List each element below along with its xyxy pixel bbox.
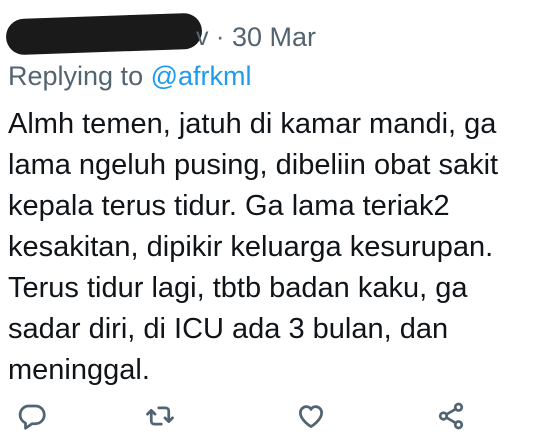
like-icon (299, 405, 323, 428)
share-button[interactable] (431, 396, 471, 436)
retweet-icon (146, 406, 174, 426)
tweet-text-line: lama ngeluh pusing, dibeliin obat sakit (8, 149, 499, 181)
tweet-header: v · 30 Mar (0, 12, 533, 56)
tweet-text-line: Terus tidur lagi, tbtb badan kaku, ga (8, 272, 468, 304)
tweet-text: Almh temen, jatuh di kamar mandi, ga lam… (8, 104, 528, 391)
reply-mention-link[interactable]: @afrkml (151, 61, 252, 91)
reply-icon (18, 404, 46, 430)
replying-to: Replying to @afrkml (8, 60, 252, 92)
reply-button[interactable] (12, 396, 52, 436)
separator-dot: · (216, 23, 225, 51)
like-button[interactable] (291, 396, 331, 436)
tweet-text-line: kepala terus tidur. Ga lama teriak2 (8, 190, 450, 222)
tweet: v · 30 Mar Replying to @afrkml Almh teme… (0, 0, 533, 448)
tweet-actions (0, 396, 533, 436)
tweet-date[interactable]: 30 Mar (232, 22, 316, 52)
tweet-text-line: Almh temen, jatuh di kamar mandi, ga (8, 108, 497, 140)
share-icon (438, 402, 464, 430)
tweet-text-line: sadar diri, di ICU ada 3 bulan, dan (8, 313, 449, 345)
tweet-text-line: meninggal. (8, 354, 150, 386)
redacted-username-mark (5, 12, 203, 56)
retweet-button[interactable] (140, 396, 180, 436)
username-handle[interactable]: v (196, 22, 209, 52)
tweet-text-line: kesakitan, dipikir keluarga kesurupan. (8, 231, 494, 263)
replying-to-label: Replying to (8, 61, 151, 91)
